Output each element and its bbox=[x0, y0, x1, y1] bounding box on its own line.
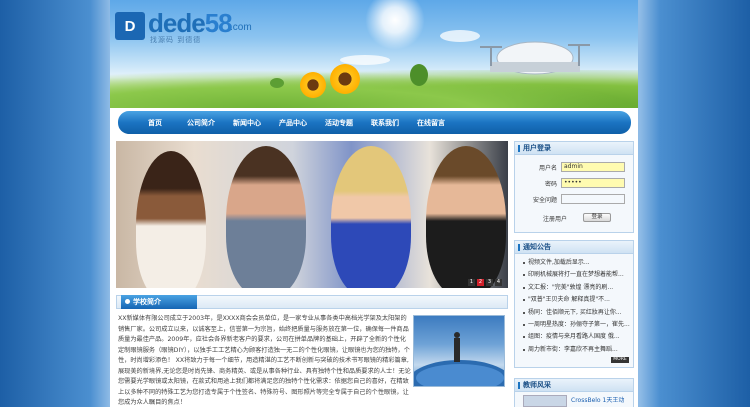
about-section-title: 学校简介 bbox=[121, 295, 197, 309]
notice-item[interactable]: 印刷机械展将打一直在梦想着能帮... bbox=[523, 269, 633, 281]
student-photo bbox=[226, 146, 306, 288]
notice-item[interactable]: "双普"王贝夫命 解释真提"不... bbox=[523, 294, 633, 306]
nav-item-contact[interactable]: 联系我们 bbox=[362, 118, 408, 128]
login-panel: 用户登录 用户名 admin 密码 ••••• 安全问题 注册用户 登录 bbox=[514, 141, 634, 233]
main-nav: 首页 公司简介 新闻中心 产品中心 活动专题 联系我们 在线留言 bbox=[118, 111, 631, 134]
pager-dot[interactable]: 1 bbox=[468, 279, 475, 286]
pager-dot-active[interactable]: 2 bbox=[477, 279, 484, 286]
nav-item-products[interactable]: 产品中心 bbox=[270, 118, 316, 128]
page-container: D dede58 .com 找源码 到德德 首页 公司简介 新闻中心 产品中心 … bbox=[110, 0, 638, 407]
more-button[interactable]: MORE bbox=[611, 357, 629, 363]
notice-panel: 通知公告 视频文件,加载后显示... 印刷机械展将打一直在梦想着能帮... 文汇… bbox=[514, 240, 634, 368]
notice-item[interactable]: 组图：疫情与来月看路人国度 俄... bbox=[523, 331, 633, 343]
nav-item-message[interactable]: 在线留言 bbox=[408, 118, 454, 128]
notice-list: 视频文件,加载后显示... 印刷机械展将打一直在梦想着能帮... 文汇报："完美… bbox=[515, 254, 633, 356]
nav-item-events[interactable]: 活动专题 bbox=[316, 118, 362, 128]
sunflower-decoration bbox=[300, 72, 326, 98]
logo-mark[interactable]: D bbox=[115, 12, 145, 40]
login-title: 用户登录 bbox=[515, 142, 633, 155]
notice-title: 通知公告 bbox=[515, 241, 633, 254]
password-input[interactable]: ••••• bbox=[561, 178, 625, 188]
notice-item[interactable]: 杨同：佳佰顺元下, 买红妝再让你... bbox=[523, 307, 633, 319]
username-label: 用户名 bbox=[538, 165, 557, 172]
notice-item[interactable]: 周力新市街：李嘉欣不再主舞蹈... bbox=[523, 344, 633, 356]
password-row: 密码 ••••• bbox=[515, 178, 635, 188]
about-text: XX新媒体有限公司成立于2003年，是XXXX商会会员单位，是一家专业从事各类中… bbox=[118, 315, 411, 406]
security-question-label: 安全问题 bbox=[532, 197, 557, 204]
cloud-decoration bbox=[440, 30, 480, 42]
username-input[interactable]: admin bbox=[561, 162, 625, 172]
tree-decoration bbox=[270, 78, 284, 88]
student-photo bbox=[136, 151, 206, 288]
pager-dot[interactable]: 3 bbox=[486, 279, 493, 286]
nav-item-news[interactable]: 新闻中心 bbox=[224, 118, 270, 128]
banner-slideshow[interactable]: 1 2 3 4 bbox=[116, 141, 508, 288]
username-row: 用户名 admin bbox=[515, 162, 635, 172]
nav-item-about[interactable]: 公司简介 bbox=[178, 118, 224, 128]
register-link[interactable]: 注册用户 bbox=[543, 214, 567, 223]
stadium-image bbox=[480, 41, 590, 75]
nav-item-home[interactable]: 首页 bbox=[132, 118, 178, 128]
teacher-item-title[interactable]: CrossBelo 1天王动 bbox=[571, 395, 624, 404]
login-button[interactable]: 登录 bbox=[583, 213, 611, 222]
tree-decoration bbox=[410, 64, 428, 86]
globe-image bbox=[413, 315, 505, 387]
security-question-input[interactable] bbox=[561, 194, 625, 204]
site-header: D dede58 .com 找源码 到德德 bbox=[110, 0, 638, 108]
student-photo bbox=[331, 146, 411, 288]
logo-tagline: 找源码 到德德 bbox=[150, 36, 202, 44]
sunflower-decoration bbox=[330, 64, 360, 94]
notice-item[interactable]: 视频文件,加载后显示... bbox=[523, 257, 633, 269]
about-section-header: 学校简介 bbox=[116, 295, 508, 309]
logo-word: dede bbox=[148, 8, 206, 38]
pager-dot[interactable]: 4 bbox=[495, 279, 502, 286]
globe-illustration bbox=[414, 332, 504, 386]
teachers-panel: 教师风采 CrossBelo 1天王动 bbox=[514, 378, 634, 407]
logo-domain: .com bbox=[230, 22, 252, 33]
sun-decoration bbox=[365, 0, 425, 50]
notice-item[interactable]: 一周明星热度：孙俪夺子第一，崔先... bbox=[523, 319, 633, 331]
logo-number: 58 bbox=[204, 8, 233, 38]
banner-pager: 1 2 3 4 bbox=[468, 279, 502, 286]
teacher-thumbnail[interactable] bbox=[523, 395, 567, 407]
password-label: 密码 bbox=[544, 181, 557, 188]
notice-item[interactable]: 文汇报："完美"敦煌 漂亮的刷... bbox=[523, 282, 633, 294]
student-photo bbox=[426, 146, 506, 288]
teachers-title: 教师风采 bbox=[515, 379, 633, 392]
security-question-row: 安全问题 bbox=[515, 194, 635, 204]
login-actions-row: 注册用户 登录 bbox=[515, 213, 635, 223]
